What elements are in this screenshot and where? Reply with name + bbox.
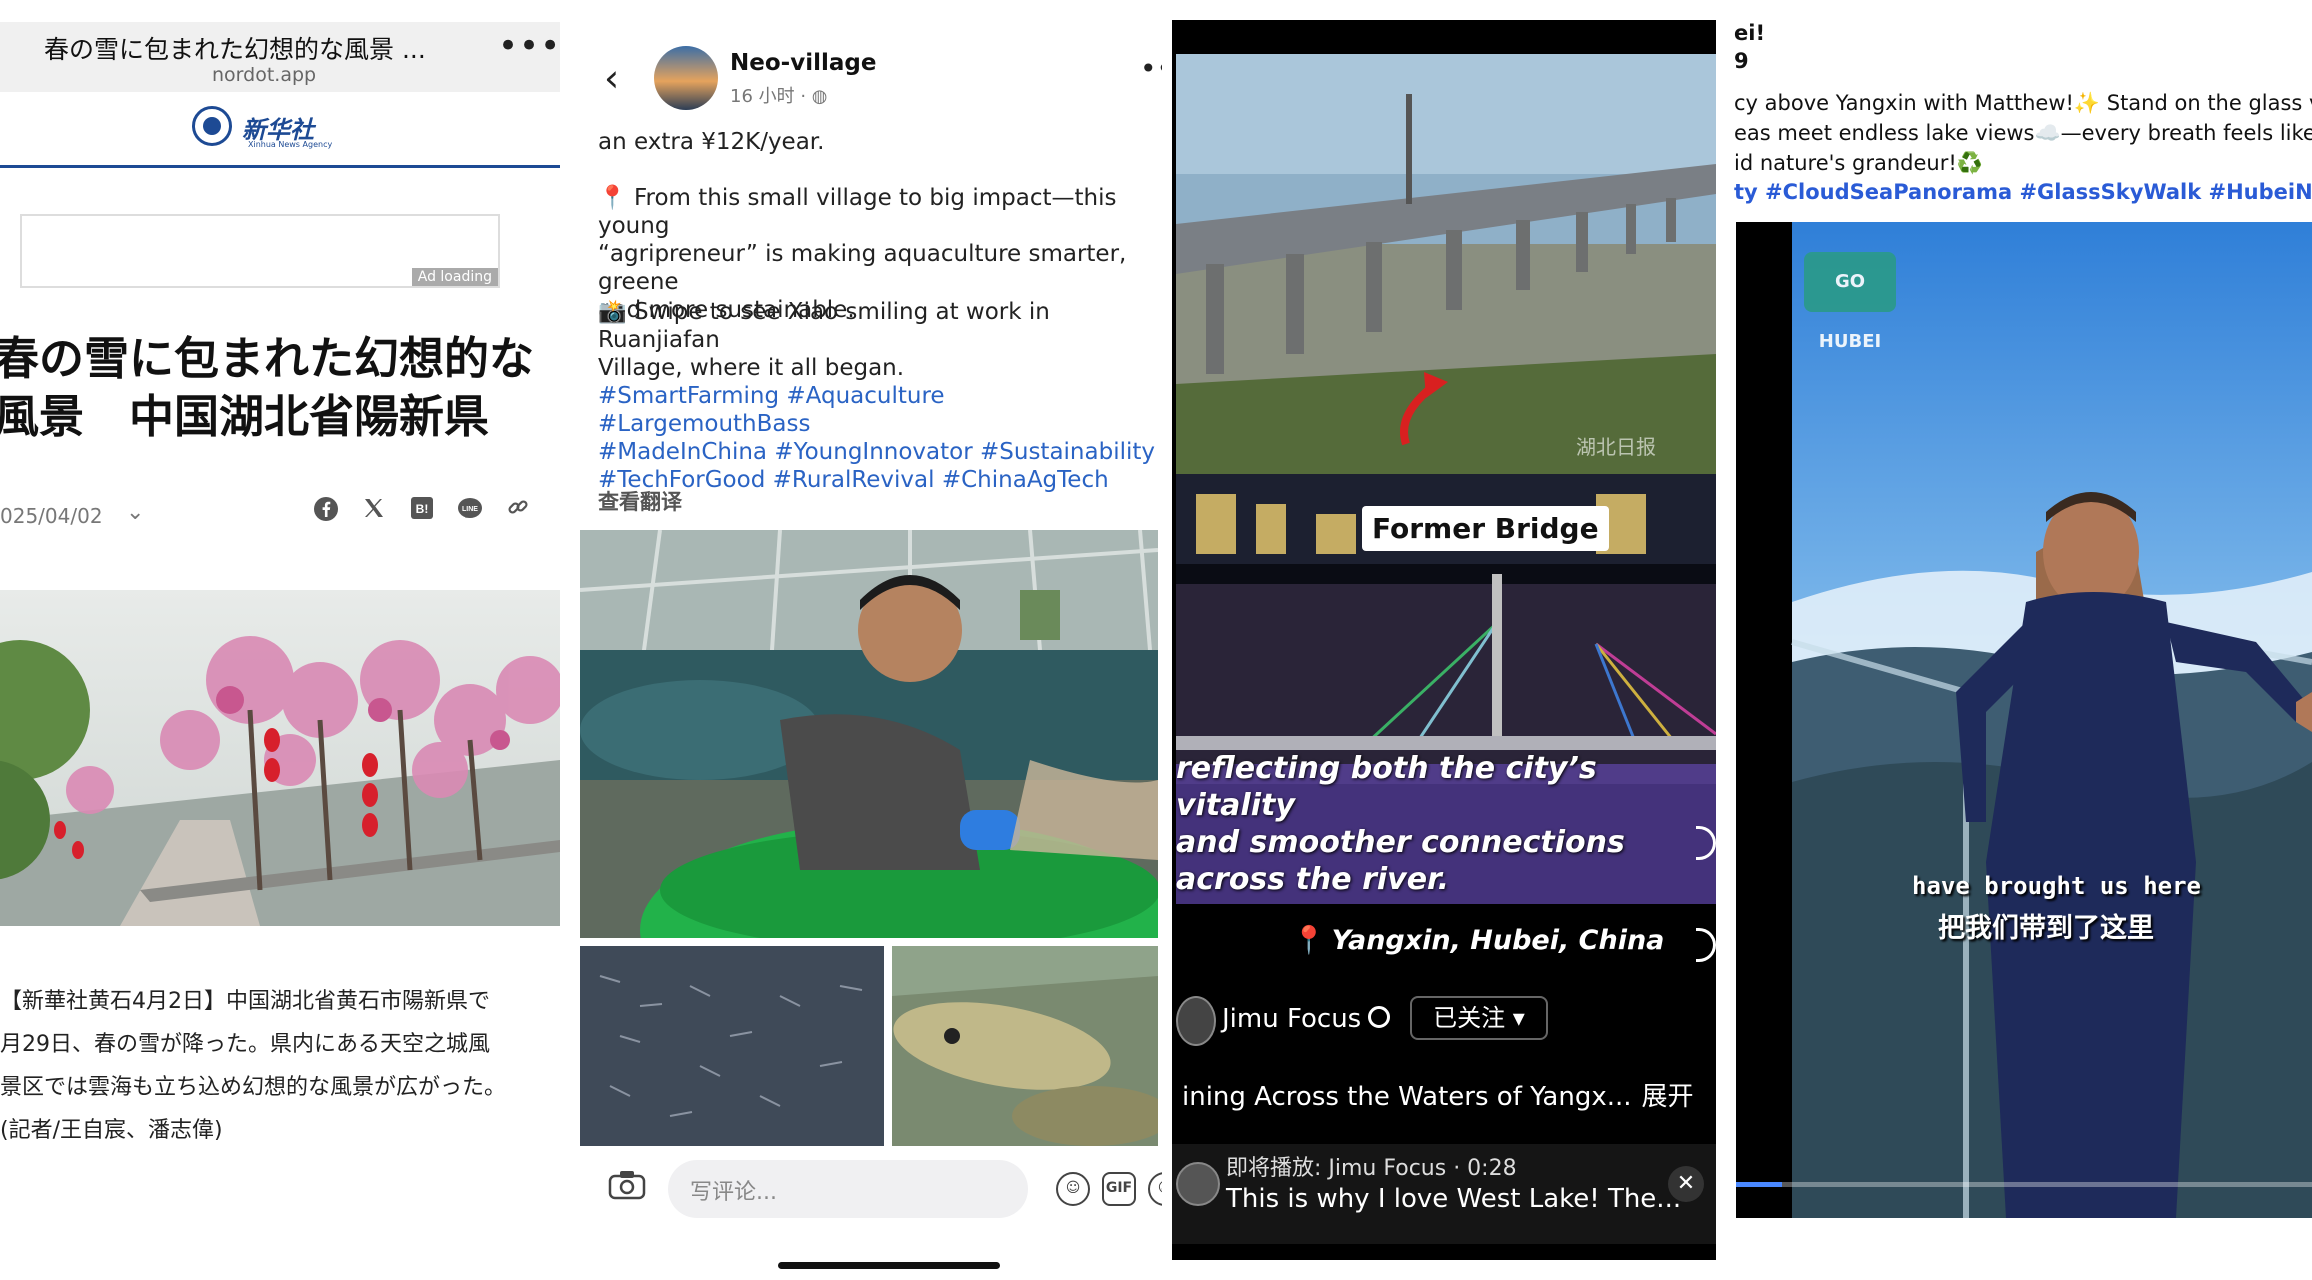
- browser-title-bar: 春の雪に包まれた幻想的な風景 ... nordot.app •••: [0, 22, 560, 92]
- former-bridge-label: Former Bridge: [1362, 506, 1609, 551]
- post-photo-bass[interactable]: [892, 946, 1158, 1146]
- browser-menu-button[interactable]: •••: [498, 26, 560, 66]
- home-indicator[interactable]: [778, 1262, 1000, 1269]
- social-post-panel: ‹ Neo-village 16 小时 · ◍ ••• an extra ¥12…: [564, 0, 1162, 1280]
- xinhua-seal-icon: [192, 106, 232, 146]
- svg-text:LINE: LINE: [462, 506, 478, 513]
- video-panel: 湖北日报 Former Bridge reflecting both the c…: [1172, 20, 1716, 1260]
- headline-line: 春の雪に包まれた幻想的な: [0, 332, 535, 385]
- ad-loading-label: Ad loading: [411, 268, 498, 286]
- body-line: 景区では雲海も立ち込め幻想的な風景が広がった。: [0, 1075, 507, 1100]
- post-text-income: an extra ¥12K/year.: [598, 129, 825, 155]
- side-action-icon[interactable]: [1696, 928, 1716, 962]
- article-date: 025/04/02: [0, 504, 103, 528]
- account-name[interactable]: Neo-village: [730, 50, 876, 76]
- svg-text:B!: B!: [416, 502, 429, 516]
- up-next-label: 即将播放: Jimu Focus · 0:28: [1226, 1156, 1517, 1181]
- header-divider: [0, 165, 560, 168]
- post-photo-fry[interactable]: [580, 946, 884, 1146]
- post-hashtags[interactable]: #SmartFarming #Aquaculture #LargemouthBa…: [598, 382, 1158, 494]
- globe-icon: [1368, 1006, 1390, 1028]
- facebook-icon[interactable]: [312, 496, 340, 524]
- line-icon[interactable]: LINE: [456, 496, 484, 524]
- browser-page-title: 春の雪に包まれた幻想的な風景 ...: [44, 35, 426, 64]
- post-header: ‹ Neo-village 16 小时 · ◍ •••: [564, 30, 1162, 130]
- watermark: 湖北日报: [1576, 436, 1656, 459]
- more-options-button[interactable]: •••: [1140, 52, 1162, 85]
- link-icon[interactable]: [504, 496, 532, 524]
- post-photo-farmer[interactable]: [580, 530, 1158, 938]
- back-arrow-icon[interactable]: ‹: [604, 56, 619, 100]
- article-headline: 春の雪に包まれた幻想的な 風景 中国湖北省陽新県: [0, 330, 560, 446]
- gif-button[interactable]: GIF: [1102, 1172, 1136, 1206]
- expand-link[interactable]: 展开: [1642, 1082, 1694, 1112]
- browser-domain: nordot.app: [212, 64, 317, 86]
- post-text-line: ei!: [1734, 21, 1766, 45]
- post-text-line: 9: [1734, 49, 1749, 73]
- article-body: 【新華社黄石4月2日】中国湖北省黄石市陽新県で 月29日、春の雪が降った。県内に…: [0, 980, 560, 1152]
- channel-name[interactable]: Jimu Focus: [1222, 1004, 1361, 1034]
- video-progress-fill: [1736, 1182, 1783, 1187]
- video-frame-bridge-day[interactable]: 湖北日报: [1176, 54, 1716, 474]
- video-title[interactable]: ining Across the Waters of Yangx... 展开: [1182, 1076, 1694, 1113]
- article-photo[interactable]: [0, 590, 560, 926]
- avatar-sticker-icon[interactable]: ☺: [1056, 1172, 1090, 1206]
- headline-line: 風景 中国湖北省陽新県: [0, 390, 490, 443]
- ad-slot[interactable]: Ad loading: [20, 214, 500, 288]
- post-text-line: cy above Yangxin with Matthew!✨ Stand on…: [1734, 91, 2312, 115]
- travel-post-panel: ei! 9 cy above Yangxin with Matthew!✨ St…: [1726, 0, 2312, 1280]
- post-hashtags[interactable]: ty #CloudSeaPanorama #GlassSkyWalk #Hube…: [1734, 180, 2312, 204]
- post-meta: 16 小时 · ◍: [730, 86, 828, 107]
- globe-icon: ◍: [811, 86, 828, 107]
- body-line: (記者/王自宸、潘志偉): [0, 1118, 223, 1143]
- go-hubei-badge: GO HUBEI: [1804, 252, 1896, 352]
- up-next-bar[interactable]: 即将播放: Jimu Focus · 0:28 This is why I lo…: [1172, 1144, 1716, 1244]
- comment-placeholder: 写评论...: [690, 1180, 777, 1205]
- emoji-icon[interactable]: ☺: [1148, 1172, 1162, 1206]
- news-article-panel: 春の雪に包まれた幻想的な風景 ... nordot.app ••• 新华社 Xi…: [0, 0, 560, 1280]
- following-button[interactable]: 已关注 ▾: [1410, 996, 1548, 1040]
- account-avatar[interactable]: [654, 46, 718, 110]
- travel-video[interactable]: GO HUBEI have brought us here 把我们带到了这里: [1736, 222, 2312, 1218]
- logo-subtitle: Xinhua News Agency: [248, 140, 333, 149]
- body-line: 月29日、春の雪が降った。県内にある天空之城風: [0, 1032, 490, 1057]
- see-translation-link[interactable]: 查看翻译: [598, 486, 682, 516]
- up-next-title: This is why I love West Lake! The...: [1226, 1184, 1682, 1214]
- channel-avatar[interactable]: [1176, 996, 1216, 1046]
- location-pin-icon: 📍: [1292, 925, 1326, 956]
- video-location: 📍 Yangxin, Hubei, China: [1292, 925, 1665, 956]
- hatena-icon[interactable]: B!: [408, 496, 436, 524]
- next-channel-avatar: [1176, 1162, 1220, 1206]
- x-icon[interactable]: [360, 496, 388, 524]
- video-progress-bar[interactable]: [1736, 1182, 2312, 1187]
- close-icon[interactable]: ✕: [1668, 1166, 1704, 1202]
- video-caption: reflecting both the city’s vitality and …: [1176, 751, 1625, 897]
- post-text-swipe: 📸 Swipe to see Xiao smiling at work in R…: [598, 299, 1050, 381]
- body-line: 【新華社黄石4月2日】中国湖北省黄石市陽新県で: [0, 989, 490, 1014]
- comment-bar: 写评论... ☺ GIF ☺: [564, 1150, 1162, 1230]
- chevron-down-icon[interactable]: ⌄: [126, 500, 144, 525]
- post-text-line: id nature's grandeur!♻️: [1734, 151, 1983, 175]
- comment-input[interactable]: 写评论...: [668, 1160, 1028, 1218]
- camera-icon[interactable]: [608, 1170, 646, 1200]
- post-text-line: eas meet endless lake views☁️—every brea…: [1734, 121, 2312, 145]
- subtitle-chinese: 把我们带到了这里: [1938, 913, 2154, 944]
- subtitle-english: have brought us here: [1912, 872, 2201, 900]
- xinhua-logo[interactable]: 新华社 Xinhua News Agency: [192, 104, 342, 152]
